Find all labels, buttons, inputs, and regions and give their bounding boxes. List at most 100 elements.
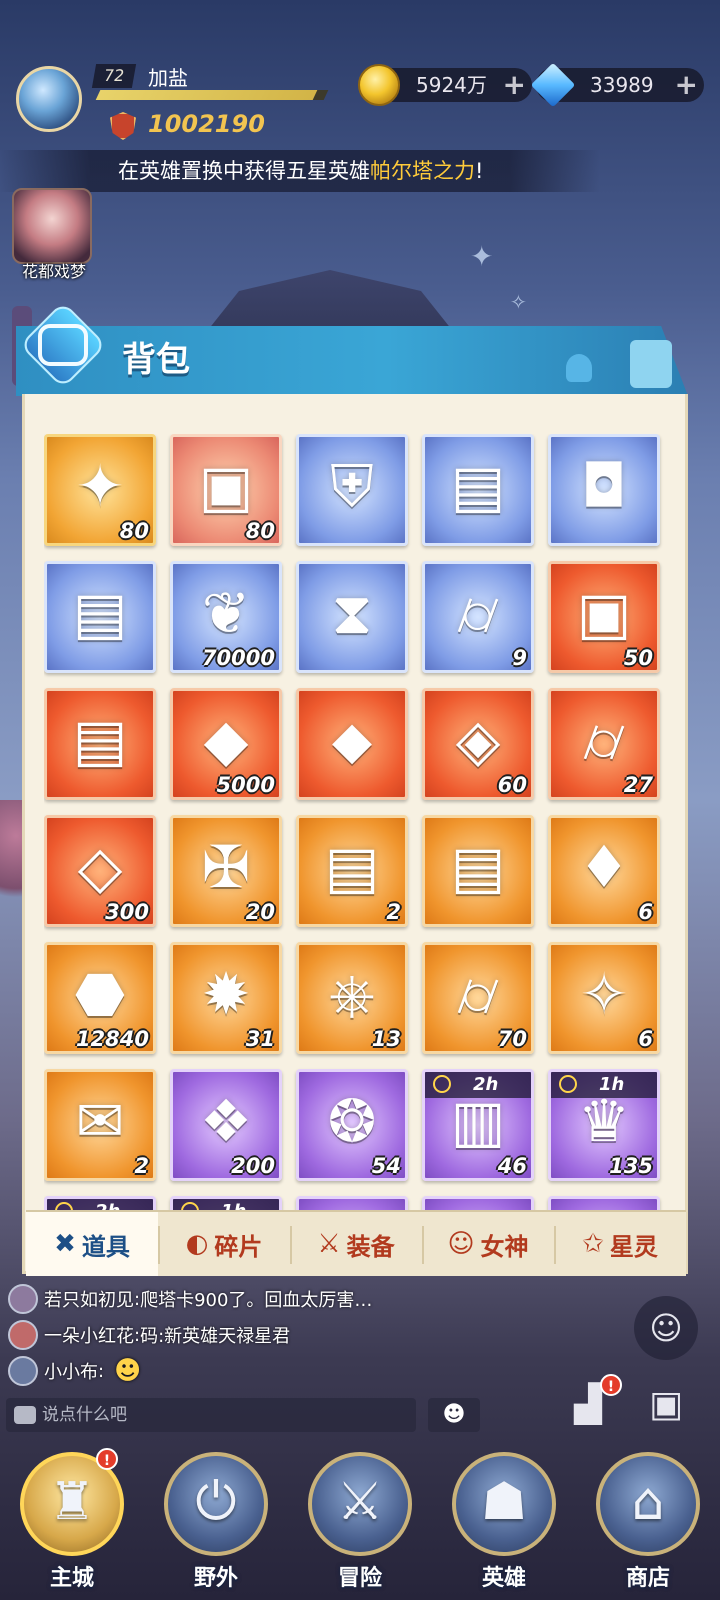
bag-item[interactable]: ▣ 80: [170, 434, 282, 546]
bag-item[interactable]: ♦ 6: [548, 815, 660, 927]
tab-4[interactable]: ✩ 星灵: [554, 1212, 686, 1276]
chat-placeholder: 说点什么吧: [42, 1405, 127, 1425]
player-level: 72: [91, 64, 137, 88]
gold-chest-icon: ▤: [450, 451, 506, 520]
chat-avatar: [8, 1356, 38, 1386]
bag-item[interactable]: ◇ 300: [44, 815, 156, 927]
bag-item[interactable]: ⛨: [296, 434, 408, 546]
bag-item[interactable]: 2h ▥ 46: [422, 1069, 534, 1181]
treasure-bag-icon: ♛: [578, 1086, 630, 1155]
nav-item-2[interactable]: ⚔ 冒险: [298, 1446, 422, 1596]
treasure-box-icon: ▥: [450, 1086, 506, 1155]
chat-message[interactable]: 若只如初见: 爬塔卡900了。回血太厉害…: [8, 1282, 372, 1316]
bag-item[interactable]: ▣ 50: [548, 561, 660, 673]
bag-item[interactable]: ✧ 6: [548, 942, 660, 1054]
bag-item[interactable]: ▤: [422, 434, 534, 546]
bag-item[interactable]: ⧗: [296, 561, 408, 673]
bag-item[interactable]: ▤ 2: [296, 815, 408, 927]
bag-item[interactable]: ❖ 200: [170, 1069, 282, 1181]
player-avatar[interactable]: [16, 66, 82, 132]
item-count: 13: [371, 1027, 401, 1051]
chat-bubble-icon: [14, 1406, 36, 1424]
xp-fill: [95, 90, 317, 100]
add-gold-button[interactable]: +: [503, 68, 526, 102]
nav-item-0[interactable]: ♜ 主城!: [10, 1446, 134, 1596]
bag-item[interactable]: ⌭ 70: [422, 942, 534, 1054]
bag-item[interactable]: ⌭ 9: [422, 561, 534, 673]
bag-item[interactable]: ⎈ 13: [296, 942, 408, 1054]
gold-chest-icon: ▤: [450, 832, 506, 901]
star-shuriken-icon: ✦: [75, 451, 125, 520]
purple-gem-icon: ◈: [455, 705, 501, 774]
chat-user: 一朵小红花: [44, 1326, 134, 1347]
ship-wheel-icon: ⎈: [328, 959, 376, 1028]
wild-icon: ⏻: [195, 1472, 237, 1532]
item-count: 200: [231, 1154, 275, 1178]
bag-item[interactable]: ⌭ 27: [548, 688, 660, 800]
shop-icon: ⌂: [631, 1472, 665, 1532]
gem-currency: 33989 +: [530, 62, 704, 108]
armor-book-icon: ❖: [200, 1086, 252, 1155]
side-event-button[interactable]: 花都戏梦: [12, 188, 96, 284]
bag-item[interactable]: ⬣ 12840: [44, 942, 156, 1054]
nav-label: 主城: [49, 1566, 94, 1591]
chat-message[interactable]: 小小布: ☻: [8, 1354, 141, 1388]
leaf-icon: ❦: [201, 578, 251, 647]
scroll-icon: ✉: [75, 1086, 125, 1155]
item-count: 27: [623, 773, 653, 797]
star-spirit-tab-icon: ✩: [582, 1229, 604, 1259]
item-count: 2: [386, 900, 401, 924]
bag-item[interactable]: ✦ 80: [44, 434, 156, 546]
tab-1[interactable]: ◐ 碎片: [158, 1212, 290, 1276]
bag-item[interactable]: ⬥: [296, 688, 408, 800]
item-count: 300: [105, 900, 149, 924]
bag-item[interactable]: ◘: [548, 434, 660, 546]
constellation-star-icon: ✦: [470, 240, 494, 273]
item-count: 60: [497, 773, 527, 797]
bag-item[interactable]: ◆ 5000: [170, 688, 282, 800]
chat-input[interactable]: 说点什么吧: [6, 1398, 416, 1432]
ranking-alert-badge: !: [600, 1374, 622, 1396]
bag-item[interactable]: ✠ 20: [170, 815, 282, 927]
side-event-label: 花都戏梦: [21, 262, 86, 281]
clock-icon: [433, 1075, 451, 1093]
diamond-ore-icon: ◇: [77, 832, 123, 901]
item-count: 80: [245, 519, 275, 543]
gem-crest-icon: ✧: [579, 959, 629, 1028]
bag-item[interactable]: ▤: [44, 688, 156, 800]
armor-icon: ⛨: [330, 451, 374, 520]
chat-separator: :: [98, 1360, 105, 1382]
chat-text: 爬塔卡900了。回血太厉害…: [140, 1290, 373, 1311]
add-gem-button[interactable]: +: [675, 68, 698, 102]
bag-item[interactable]: ❂ 54: [296, 1069, 408, 1181]
chest-icon: ▤: [324, 832, 380, 901]
item-count: 12840: [75, 1027, 149, 1051]
nav-item-1[interactable]: ⏻ 野外: [154, 1446, 278, 1596]
bag-item[interactable]: ✹ 31: [170, 942, 282, 1054]
tab-2[interactable]: ⚔ 装备: [290, 1212, 422, 1276]
chat-message[interactable]: 一朵小红花: 码:新英雄天禄星君: [8, 1318, 290, 1352]
nav-item-3[interactable]: ☗ 英雄: [442, 1446, 566, 1596]
emoji-button[interactable]: ☻: [428, 1398, 480, 1432]
bag-item[interactable]: ▤: [44, 561, 156, 673]
tab-label: 女神: [480, 1232, 529, 1261]
friends-icon: ☺: [649, 1309, 683, 1347]
item-count: 80: [119, 519, 149, 543]
bag-item[interactable]: 1h ♛ 135: [548, 1069, 660, 1181]
item-count: 2: [134, 1154, 149, 1178]
ranking-button[interactable]: ▟ !: [556, 1374, 622, 1444]
friends-button[interactable]: ☺: [634, 1296, 698, 1360]
crystal-cube-icon: ▣: [576, 578, 632, 647]
combat-power: 1002190: [148, 110, 265, 138]
tab-3[interactable]: ☺ 女神: [422, 1212, 554, 1276]
gem-amount: 33989: [590, 73, 654, 97]
bag-item[interactable]: ❦ 70000: [170, 561, 282, 673]
pack-button[interactable]: ▣: [634, 1384, 698, 1444]
bag-item[interactable]: ✉ 2: [44, 1069, 156, 1181]
items-tab-icon: ✖: [54, 1229, 76, 1259]
bag-item[interactable]: ◈ 60: [422, 688, 534, 800]
item-count: 5000: [216, 773, 275, 797]
tab-0[interactable]: ✖ 道具: [26, 1212, 158, 1276]
nav-item-4[interactable]: ⌂ 商店: [586, 1446, 710, 1596]
bag-item[interactable]: ▤: [422, 815, 534, 927]
